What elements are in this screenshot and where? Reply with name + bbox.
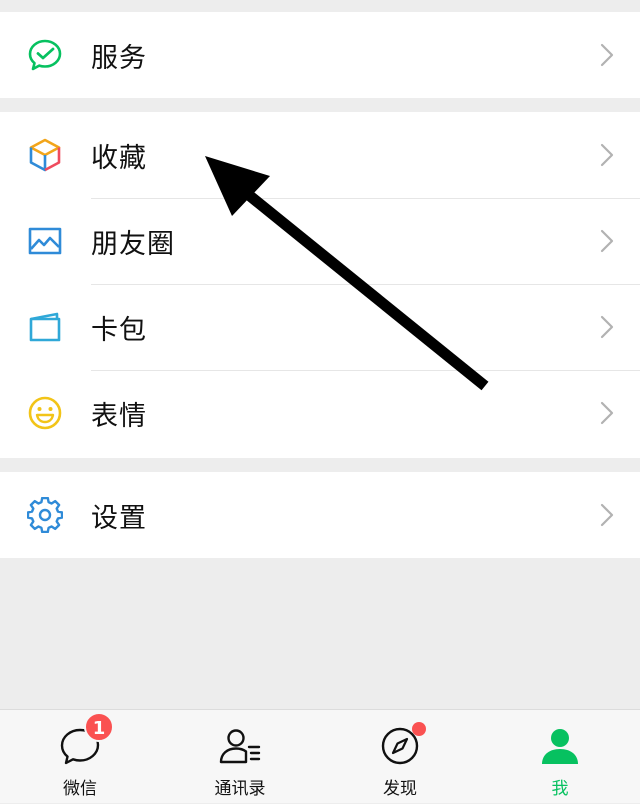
settings-row[interactable]: 设置: [0, 472, 640, 558]
chevron-right-icon: [600, 401, 614, 425]
moments-image-icon: [27, 223, 63, 259]
moments-label: 朋友圈: [91, 228, 175, 260]
tab-chats-label: 微信: [63, 779, 97, 799]
services-group: 服务: [0, 12, 640, 98]
unread-badge: 1: [84, 712, 114, 742]
favorites-row[interactable]: 收藏: [0, 112, 640, 198]
chevron-right-icon: [600, 43, 614, 67]
chevron-right-icon: [600, 143, 614, 167]
cards-label: 卡包: [91, 314, 147, 346]
gear-icon: [27, 497, 63, 533]
services-row[interactable]: 服务: [0, 12, 640, 98]
moments-row[interactable]: 朋友圈: [0, 198, 640, 284]
tab-chats[interactable]: 1 微信: [0, 710, 160, 804]
tab-discover[interactable]: 发现: [320, 710, 480, 804]
tab-contacts[interactable]: 通讯录: [160, 710, 320, 804]
contacts-icon: [219, 729, 261, 764]
new-activity-dot: [412, 722, 426, 736]
tab-me-label: 我: [551, 779, 569, 799]
person-icon: [542, 729, 578, 764]
favorites-cube-icon: [27, 137, 63, 173]
chevron-right-icon: [600, 503, 614, 527]
smiley-icon: [27, 395, 63, 431]
card-wallet-icon: [27, 309, 63, 345]
services-icon: [27, 37, 63, 73]
services-label: 服务: [91, 42, 147, 74]
tab-contacts-label: 通讯录: [214, 779, 266, 799]
features-group: 收藏 朋友圈 卡包 表情: [0, 112, 640, 458]
settings-group: 设置: [0, 472, 640, 558]
chevron-right-icon: [600, 315, 614, 339]
tab-discover-label: 发现: [383, 779, 417, 799]
settings-label: 设置: [91, 502, 147, 534]
tab-me[interactable]: 我: [480, 710, 640, 804]
stickers-row[interactable]: 表情: [0, 370, 640, 456]
chevron-right-icon: [600, 229, 614, 253]
cards-row[interactable]: 卡包: [0, 284, 640, 370]
stickers-label: 表情: [91, 400, 147, 432]
favorites-label: 收藏: [91, 142, 147, 174]
bottom-tab-bar: 1 微信 通讯录 发现 我: [0, 709, 640, 803]
